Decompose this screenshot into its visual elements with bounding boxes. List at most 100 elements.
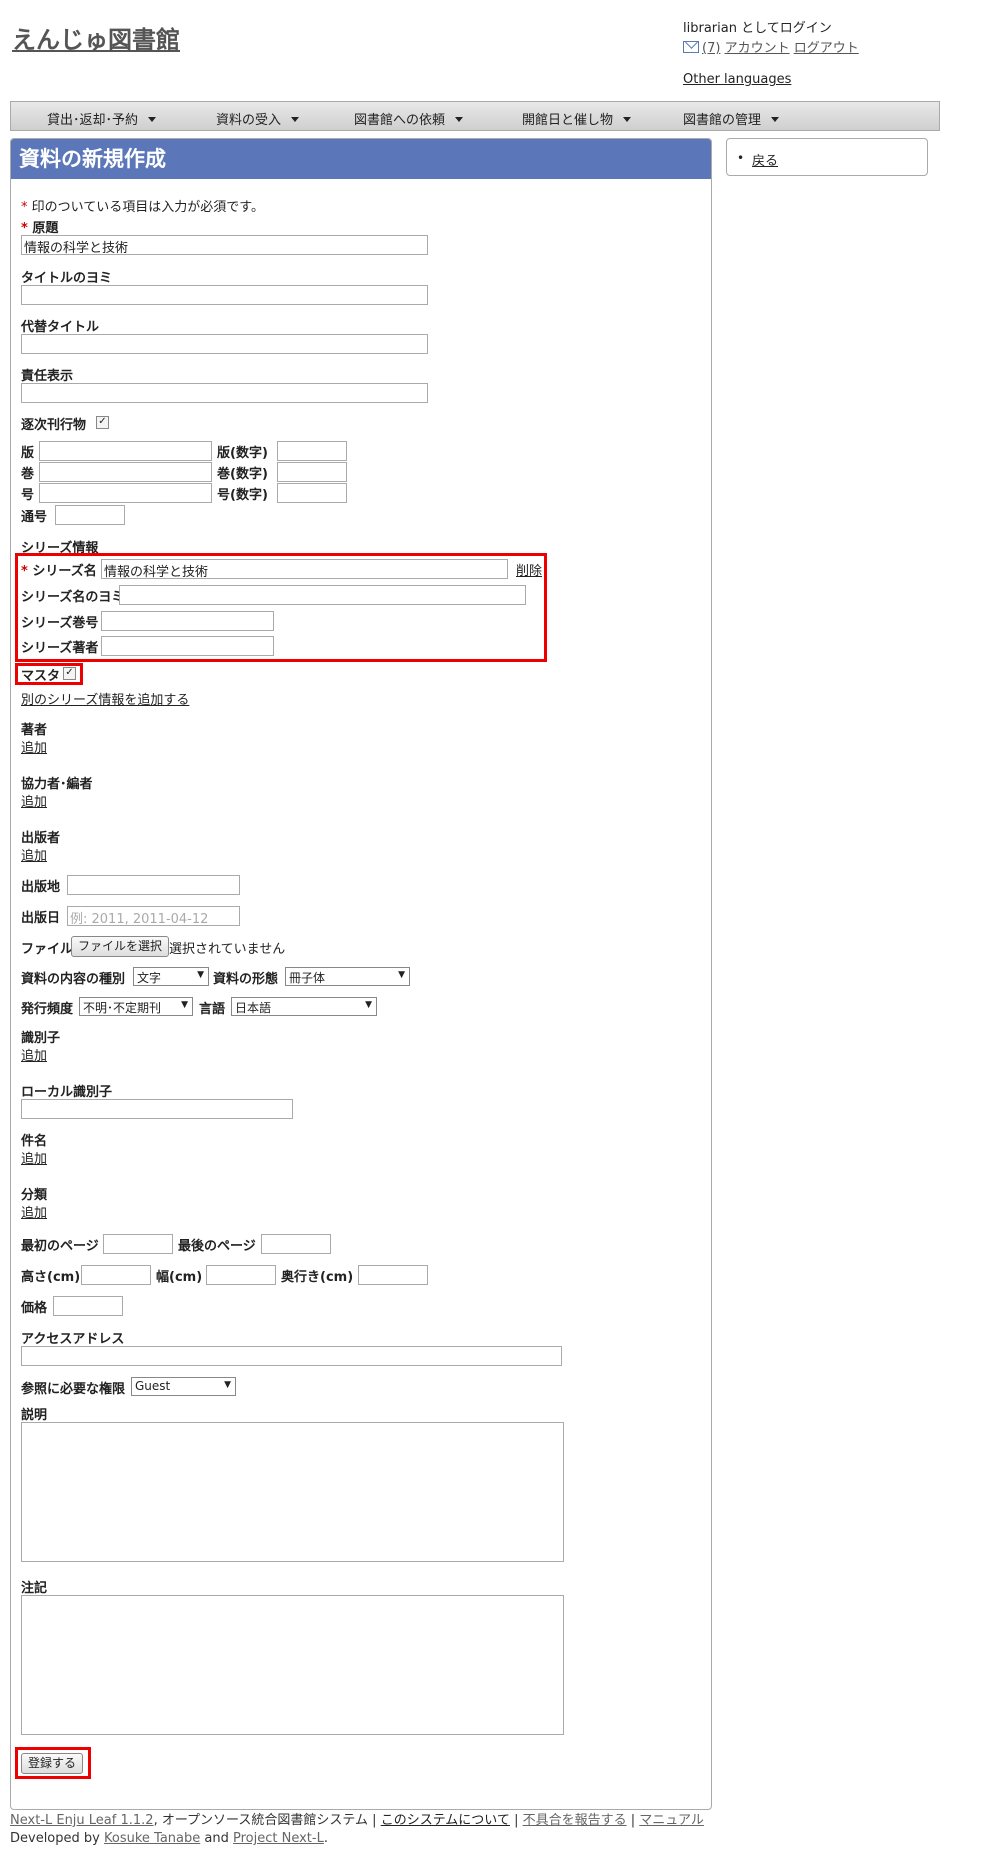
height-label: 高さ(cm) [21,1270,81,1285]
product-link[interactable]: Next-L Enju Leaf 1.1.2 [10,1813,154,1828]
author-link[interactable]: Kosuke Tanabe [104,1831,200,1846]
footer-separator: | [514,1813,519,1828]
user-links: (7) アカウント ログアウト [683,37,859,56]
frequency-label: 発行頻度 [21,1002,74,1017]
manual-link[interactable]: マニュアル [639,1813,704,1828]
original-title-input[interactable]: 情報の科学と技術 [21,235,428,256]
back-link[interactable]: 戻る [752,150,778,169]
price-input[interactable] [53,1296,123,1316]
local-identifier-label: ローカル識別子 [21,1085,113,1100]
statement-of-responsibility-input[interactable] [21,383,428,403]
original-title-label-text: 原題 [32,221,59,236]
issue-number-label: 号(数字) [217,488,268,503]
end-page-input[interactable] [261,1234,331,1254]
access-address-input[interactable] [21,1346,562,1366]
series-delete-link[interactable]: 削除 [516,560,542,579]
description-label: 説明 [21,1408,48,1423]
edition-input[interactable] [39,441,212,461]
required-marker: * [21,564,28,579]
series-name-input[interactable]: 情報の科学と技術 [101,559,508,580]
nav-request[interactable]: 図書館への依頼 [354,109,464,128]
date-input[interactable]: 例: 2011, 2011-04-12 [67,906,240,927]
series-name-label-text: シリーズ名 [32,564,97,579]
volume-input[interactable] [39,462,212,482]
series-master-checkbox[interactable]: ✓ [63,667,76,680]
footer-line-1: Next-L Enju Leaf 1.1.2, オープンソース統合図書館システム… [10,1812,704,1830]
language-select[interactable]: 日本語 [231,997,377,1016]
other-languages-link[interactable]: Other languages [683,72,791,87]
height-input[interactable] [81,1265,151,1285]
messages-link[interactable]: (7) [702,41,720,56]
frequency-select[interactable]: 不明･不定期刊 [79,997,193,1016]
serial-checkbox[interactable]: ✓ [96,416,109,429]
series-volume-label: シリーズ巻号 [21,616,99,631]
nav-admin-label: 図書館の管理 [683,113,762,128]
about-link[interactable]: このシステムについて [381,1813,510,1828]
series-volume-input[interactable] [101,611,274,631]
local-identifier-input[interactable] [21,1099,293,1119]
series-master-label: マスタ [21,669,61,684]
content-type-label: 資料の内容の種別 [21,972,126,987]
nav-events[interactable]: 開館日と催し物 [522,109,632,128]
file-select-button[interactable]: ファイルを選択 [71,936,170,957]
series-creator-label: シリーズ著者 [21,641,99,656]
place-label: 出版地 [21,880,61,895]
mail-icon[interactable] [683,41,699,53]
site-title-link[interactable]: えんじゅ図書館 [12,20,180,55]
carrier-type-label: 資料の形態 [213,972,279,987]
nav-admin[interactable]: 図書館の管理 [683,109,780,128]
note-textarea[interactable] [21,1595,564,1735]
issue-input[interactable] [39,483,212,503]
project-link[interactable]: Project Next-L [233,1831,324,1846]
period-text: . [323,1831,328,1846]
series-transcription-input[interactable] [119,585,526,605]
issue-number-input[interactable] [277,483,347,503]
required-role-select[interactable]: Guest [131,1377,236,1396]
place-input[interactable] [67,875,240,895]
volume-number-input[interactable] [277,462,347,482]
serial-label: 逐次刊行物 [21,418,87,433]
title-transcription-input[interactable] [21,285,428,305]
required-note: * 印のついている項目は入力が必須です。 [21,196,264,215]
add-contributor-link[interactable]: 追加 [21,791,47,810]
frequency-value: 不明･不定期刊 [83,1001,162,1015]
series-creator-input[interactable] [101,636,274,656]
depth-input[interactable] [358,1265,428,1285]
end-page-label: 最後のページ [178,1239,256,1254]
required-marker: * [21,221,28,236]
add-classification-link[interactable]: 追加 [21,1202,47,1221]
width-input[interactable] [206,1265,276,1285]
footer-line-2: Developed by Kosuke Tanabe and Project N… [10,1830,704,1848]
nav-acquisition-label: 資料の受入 [216,113,282,128]
classification-label: 分類 [21,1188,48,1203]
required-role-label: 参照に必要な権限 [21,1382,126,1397]
account-link[interactable]: アカウント [725,41,790,56]
submit-button[interactable]: 登録する [21,1753,84,1774]
login-status: librarian としてログイン [683,21,832,36]
add-publisher-link[interactable]: 追加 [21,845,47,864]
nav-circulation-label: 貸出･返却･予約 [47,113,139,128]
title-alternative-input[interactable] [21,334,428,354]
note-label: 注記 [21,1581,48,1596]
carrier-type-select[interactable]: 冊子体 [285,967,410,986]
main-navbar: 貸出･返却･予約 資料の受入 図書館への依頼 開館日と催し物 図書館の管理 [10,101,940,131]
add-creator-link[interactable]: 追加 [21,737,47,756]
logout-link[interactable]: ログアウト [794,41,859,56]
add-identifier-link[interactable]: 追加 [21,1045,47,1064]
file-status: 選択されていません [169,942,286,957]
add-subject-link[interactable]: 追加 [21,1148,47,1167]
description-textarea[interactable] [21,1422,564,1562]
add-series-link[interactable]: 別のシリーズ情報を追加する [21,689,189,708]
edition-label: 版 [21,446,35,461]
edition-number-input[interactable] [277,441,347,461]
serial-number-input[interactable] [55,505,125,525]
depth-label: 奥行き(cm) [281,1270,354,1285]
access-address-label: アクセスアドレス [21,1332,125,1347]
report-bug-link[interactable]: 不具合を報告する [523,1813,627,1828]
carrier-type-value: 冊子体 [289,971,326,985]
nav-circulation[interactable]: 貸出･返却･予約 [47,109,157,128]
start-page-input[interactable] [103,1234,173,1254]
content-type-select[interactable]: 文字 [133,967,209,986]
content-type-value: 文字 [137,971,162,985]
nav-acquisition[interactable]: 資料の受入 [216,109,300,128]
